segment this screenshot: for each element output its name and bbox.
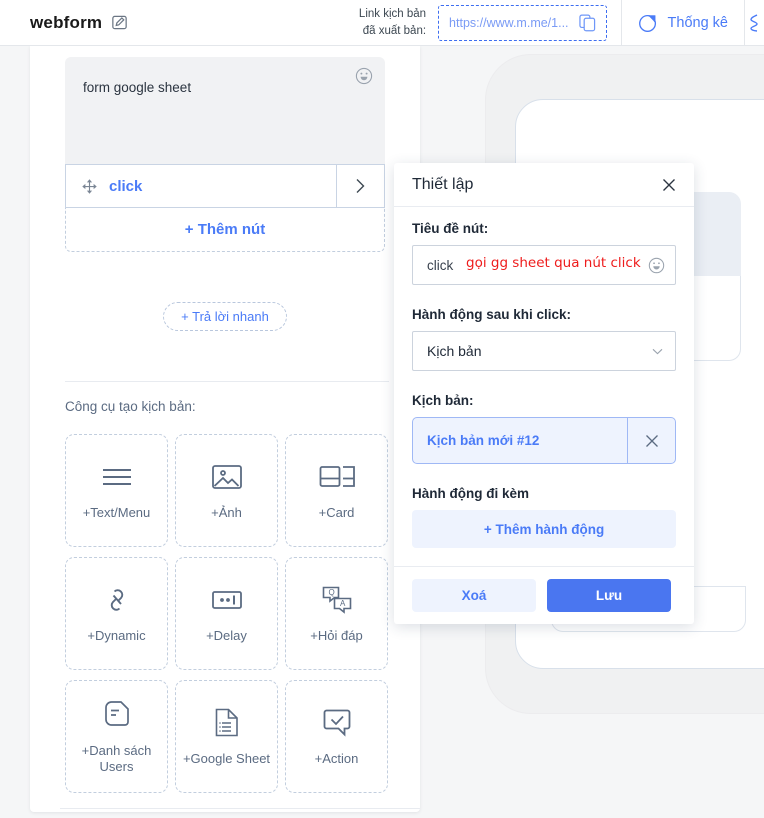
- tools-divider: [65, 381, 389, 382]
- action-after-click-select[interactable]: Kịch bản: [412, 331, 676, 371]
- tool-label: +Action: [314, 750, 359, 766]
- app-title: webform: [30, 12, 103, 32]
- question-answer-icon: Q A: [321, 583, 353, 617]
- script-chip[interactable]: Kịch bản mới #12: [412, 417, 676, 464]
- user-list-icon: [102, 698, 132, 732]
- tool-image[interactable]: +Ảnh: [175, 434, 278, 547]
- tool-label: +Google Sheet: [182, 750, 271, 766]
- tool-label: +Hỏi đáp: [310, 627, 363, 643]
- message-button[interactable]: click: [66, 165, 336, 207]
- check-bubble-icon: [322, 706, 352, 740]
- tool-user-list[interactable]: +Danh sách Users: [65, 680, 168, 793]
- script-label: Kịch bản:: [412, 393, 474, 408]
- brand: webform: [30, 13, 129, 33]
- delete-button-label: Xoá: [461, 588, 487, 603]
- card-layout-icon: [319, 460, 355, 494]
- link-chain-icon: [102, 583, 132, 617]
- message-text-area[interactable]: form google sheet: [65, 57, 385, 164]
- tool-label: +Danh sách Users: [81, 742, 152, 774]
- app-header: webform Link kịch bản đã xuất bản: https…: [0, 0, 764, 46]
- message-block: form google sheet click + Thêm nút: [65, 57, 385, 252]
- tool-delay[interactable]: +Delay: [175, 557, 278, 670]
- action-after-click-label: Hành động sau khi click:: [412, 307, 572, 322]
- button-title-value: click: [427, 257, 454, 273]
- svg-text:A: A: [340, 599, 346, 608]
- add-quick-reply-label: + Trả lời nhanh: [181, 309, 269, 324]
- modal-footer: Xoá Lưu: [394, 566, 694, 624]
- emoji-smile-icon[interactable]: [648, 257, 665, 274]
- published-link-box[interactable]: https://www.m.me/1...: [438, 4, 607, 41]
- caret-down-icon: [652, 348, 663, 355]
- pencil-square-icon[interactable]: [110, 13, 129, 32]
- published-link-label-line2: đã xuất bản:: [362, 24, 427, 37]
- modal-header: Thiết lập: [394, 163, 694, 207]
- script-editor-panel: form google sheet click + Thêm nút + Trả…: [30, 46, 420, 812]
- add-quick-reply-button[interactable]: + Trả lời nhanh: [163, 302, 287, 331]
- menu-lines-icon: [100, 460, 134, 494]
- published-link-label-line1: Link kịch bản: [358, 7, 427, 20]
- document-list-icon: [214, 706, 240, 740]
- add-button-button[interactable]: + Thêm nút: [65, 208, 385, 252]
- tool-label: +Ảnh: [211, 504, 242, 520]
- image-icon: [211, 460, 243, 494]
- message-button-row: click: [65, 164, 385, 208]
- typing-dots-icon: [211, 583, 243, 617]
- tool-dynamic[interactable]: +Dynamic: [65, 557, 168, 670]
- message-button-label: click: [109, 177, 143, 195]
- svg-text:Q: Q: [328, 588, 334, 597]
- tool-label: +Card: [318, 504, 355, 520]
- published-link-label: Link kịch bản đã xuất bản:: [359, 6, 426, 39]
- more-icon[interactable]: [745, 0, 764, 46]
- emoji-smile-icon[interactable]: [355, 67, 373, 85]
- settings-modal: Thiết lập Tiêu đề nút: click gọi gg shee…: [394, 163, 694, 624]
- tool-label: +Dynamic: [87, 627, 146, 643]
- attached-action-label: Hành động đi kèm: [412, 486, 530, 501]
- tools-section-title: Công cụ tạo kịch bản:: [65, 399, 196, 414]
- save-button[interactable]: Lưu: [547, 579, 671, 612]
- tool-card[interactable]: +Card: [285, 434, 388, 547]
- add-action-label: + Thêm hành động: [483, 521, 605, 537]
- stats-button-label: Thống kê: [667, 14, 728, 31]
- add-action-button[interactable]: + Thêm hành động: [412, 510, 676, 548]
- button-title-label: Tiêu đề nút:: [412, 221, 489, 236]
- save-button-label: Lưu: [595, 588, 623, 603]
- delete-button[interactable]: Xoá: [412, 579, 536, 612]
- tool-label: +Delay: [206, 627, 247, 643]
- published-link-group: Link kịch bản đã xuất bản: https://www.m…: [359, 4, 607, 41]
- add-button-label: + Thêm nút: [184, 221, 266, 238]
- tool-grid: +Text/Menu +Ảnh +Card +Dynamic +Delay Q …: [65, 434, 389, 793]
- script-remove-icon[interactable]: [627, 418, 675, 463]
- pie-chart-icon: [638, 12, 659, 33]
- action-after-click-value: Kịch bản: [427, 343, 482, 359]
- tool-google-sheet[interactable]: +Google Sheet: [175, 680, 278, 793]
- message-text: form google sheet: [83, 80, 192, 95]
- button-title-input[interactable]: click gọi gg sheet qua nút click: [412, 245, 676, 285]
- published-link-url: https://www.m.me/1...: [449, 15, 569, 30]
- copy-icon[interactable]: [578, 14, 596, 32]
- stats-button[interactable]: Thống kê: [622, 0, 744, 46]
- tool-faq[interactable]: Q A +Hỏi đáp: [285, 557, 388, 670]
- quick-reply-wrap: + Trả lời nhanh: [65, 302, 385, 331]
- close-icon[interactable]: [662, 178, 676, 192]
- message-button-expand[interactable]: [336, 165, 384, 207]
- move-handle-icon[interactable]: [82, 178, 97, 194]
- tool-text-menu[interactable]: +Text/Menu: [65, 434, 168, 547]
- modal-body: Tiêu đề nút: click gọi gg sheet qua nút …: [394, 207, 694, 548]
- script-chip-name: Kịch bản mới #12: [427, 433, 540, 448]
- tool-label: +Text/Menu: [82, 504, 151, 520]
- modal-title: Thiết lập: [412, 175, 474, 193]
- tool-action[interactable]: +Action: [285, 680, 388, 793]
- guide-divider: [60, 808, 420, 809]
- annotation-note: gọi gg sheet qua nút click: [466, 255, 641, 271]
